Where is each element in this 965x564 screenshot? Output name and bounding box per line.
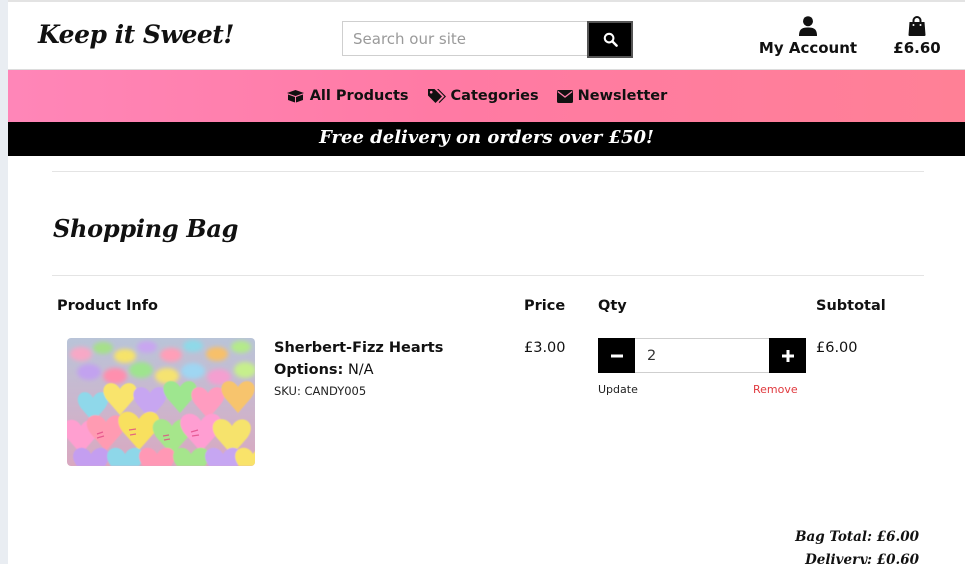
- col-header-qty: Qty: [598, 298, 627, 314]
- nav-label: Newsletter: [577, 88, 668, 104]
- tags-icon: [427, 89, 446, 103]
- nav-categories[interactable]: Categories: [427, 88, 539, 104]
- update-link[interactable]: Update: [598, 383, 638, 396]
- options-label: Options:: [274, 362, 344, 378]
- shopping-bag-icon: [908, 16, 926, 36]
- site-logo[interactable]: Keep it Sweet!: [38, 20, 234, 49]
- remove-link[interactable]: Remove: [753, 383, 798, 396]
- col-header-subtotal: Subtotal: [816, 298, 886, 314]
- qty-input[interactable]: [635, 338, 769, 373]
- envelope-icon: [556, 89, 573, 103]
- product-subtotal: £6.00: [816, 340, 858, 356]
- top-divider: [8, 0, 965, 2]
- increment-qty-button[interactable]: [769, 338, 806, 373]
- boxes-icon: [286, 90, 304, 103]
- search-icon: [603, 32, 618, 47]
- delivery-banner: Free delivery on orders over £50!: [8, 122, 965, 156]
- page: Keep it Sweet! My Account £6.60: [8, 0, 965, 564]
- shopping-bag-link[interactable]: £6.60: [886, 16, 948, 57]
- nav-all-products[interactable]: All Products: [286, 88, 409, 104]
- nav-label: All Products: [309, 88, 409, 104]
- search-button[interactable]: [587, 21, 633, 58]
- search-input[interactable]: [342, 21, 587, 56]
- quantity-stepper: [598, 338, 806, 373]
- product-options: Options: N/A: [274, 362, 374, 378]
- decrement-qty-button[interactable]: [598, 338, 635, 373]
- col-header-price: Price: [524, 298, 566, 314]
- options-value: N/A: [347, 362, 374, 378]
- main-nav: All Products Categories Newsletter: [8, 70, 965, 122]
- product-image: [67, 338, 255, 466]
- product-name[interactable]: Sherbert-Fizz Hearts: [274, 340, 443, 356]
- product-sku: SKU: CANDY005: [274, 384, 367, 398]
- bag-total: Bag Total: £6.00: [795, 529, 919, 545]
- nav-label: Categories: [450, 88, 539, 104]
- col-header-product-info: Product Info: [57, 298, 159, 314]
- search-form: [342, 21, 633, 58]
- my-account-label: My Account: [758, 39, 858, 57]
- my-account-link[interactable]: My Account: [753, 16, 863, 57]
- minus-icon: [610, 354, 623, 357]
- product-price: £3.00: [524, 340, 566, 356]
- bag-total-label: £6.60: [893, 39, 941, 57]
- bag-totals: Bag Total: £6.00 Delivery: £0.60: [795, 526, 919, 564]
- delivery-cost: Delivery: £0.60: [805, 552, 919, 564]
- plus-icon: [781, 349, 794, 362]
- divider: [52, 275, 924, 276]
- page-title: Shopping Bag: [53, 214, 239, 243]
- user-icon: [799, 16, 817, 36]
- nav-newsletter[interactable]: Newsletter: [556, 88, 668, 104]
- divider: [52, 171, 924, 172]
